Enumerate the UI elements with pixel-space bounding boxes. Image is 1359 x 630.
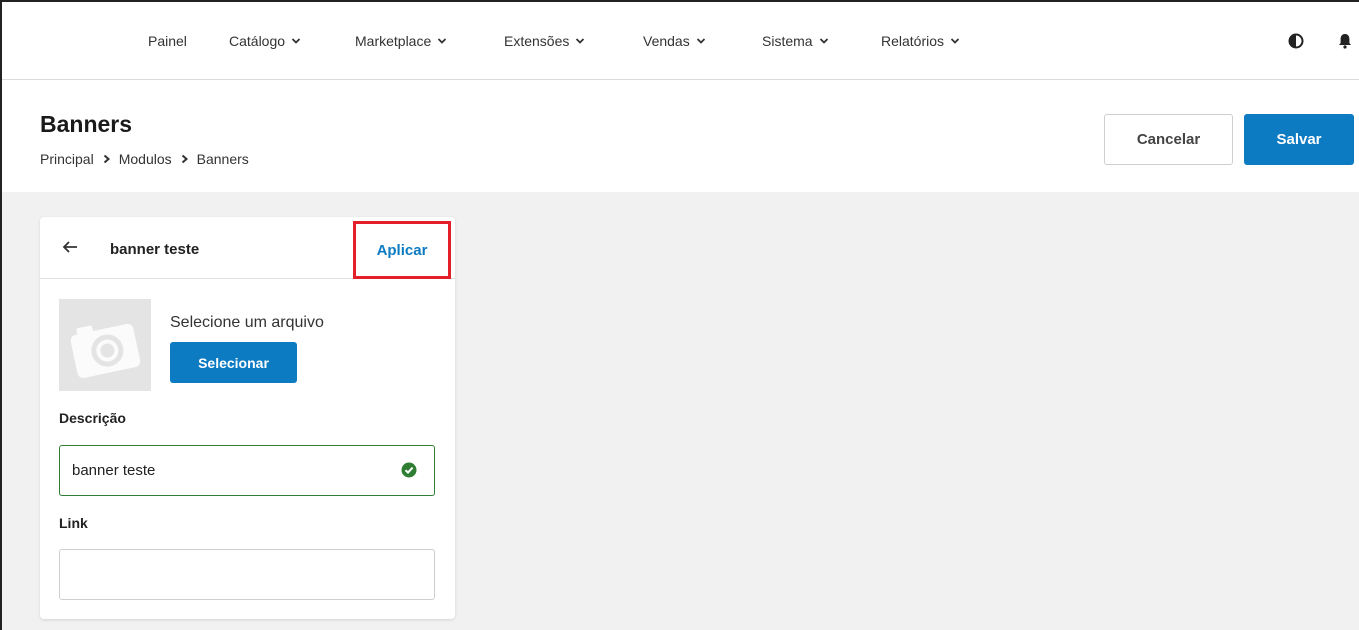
back-arrow-icon[interactable] [62,240,78,254]
camera-icon [70,323,141,379]
contrast-icon[interactable] [1287,32,1305,50]
description-input[interactable] [59,445,435,496]
breadcrumb-item-principal[interactable]: Principal [40,151,94,167]
nav-item-catalogo[interactable]: Catálogo [229,33,301,49]
check-circle-icon [401,462,417,478]
card-header: banner teste Aplicar [40,217,455,279]
apply-button[interactable]: Aplicar [353,221,451,279]
breadcrumb: Principal Modulos Banners [40,151,249,167]
save-button[interactable]: Salvar [1244,114,1354,165]
chevron-down-icon [696,38,705,44]
breadcrumb-item-modulos[interactable]: Modulos [119,151,172,167]
banner-card: banner teste Aplicar Selecione um arquiv… [40,217,455,619]
chevron-down-icon [950,38,960,44]
nav-item-label: Sistema [762,33,813,49]
page-header: Banners Principal Modulos Banners Cancel… [2,81,1359,192]
nav-item-relatorios[interactable]: Relatórios [881,33,960,49]
nav-item-vendas[interactable]: Vendas [643,33,706,49]
nav-item-sistema[interactable]: Sistema [762,33,829,49]
chevron-right-icon [103,154,110,164]
breadcrumb-item-banners: Banners [196,151,249,167]
page-title: Banners [40,111,133,137]
chevron-down-icon [438,38,447,44]
chevron-down-icon [576,38,585,44]
card-title: banner teste [110,241,200,258]
nav-item-label: Painel [148,33,187,49]
chevron-right-icon [181,154,188,164]
app-window: Painel Catálogo Marketplace Extensões Ve… [0,0,1359,630]
top-navigation: Painel Catálogo Marketplace Extensões Ve… [2,2,1359,80]
nav-item-label: Marketplace [355,33,432,49]
apply-button-label: Aplicar [376,241,428,259]
cancel-button[interactable]: Cancelar [1104,114,1233,165]
nav-item-label: Catálogo [229,33,286,49]
bell-icon[interactable] [1336,32,1354,50]
nav-item-label: Vendas [643,33,690,49]
content-area: banner teste Aplicar Selecione um arquiv… [2,192,1359,630]
nav-item-painel[interactable]: Painel [148,33,187,49]
image-placeholder [59,299,151,391]
file-prompt: Selecione um arquivo [170,314,324,331]
description-label: Descrição [59,410,126,426]
chevron-down-icon [819,38,828,44]
nav-item-label: Relatórios [881,33,945,49]
nav-item-marketplace[interactable]: Marketplace [355,33,447,49]
link-label: Link [59,515,88,531]
chevron-down-icon [291,38,301,44]
select-file-button[interactable]: Selecionar [170,342,297,383]
link-input[interactable] [59,549,435,600]
nav-item-label: Extensões [504,33,570,49]
nav-item-extensoes[interactable]: Extensões [504,33,585,49]
